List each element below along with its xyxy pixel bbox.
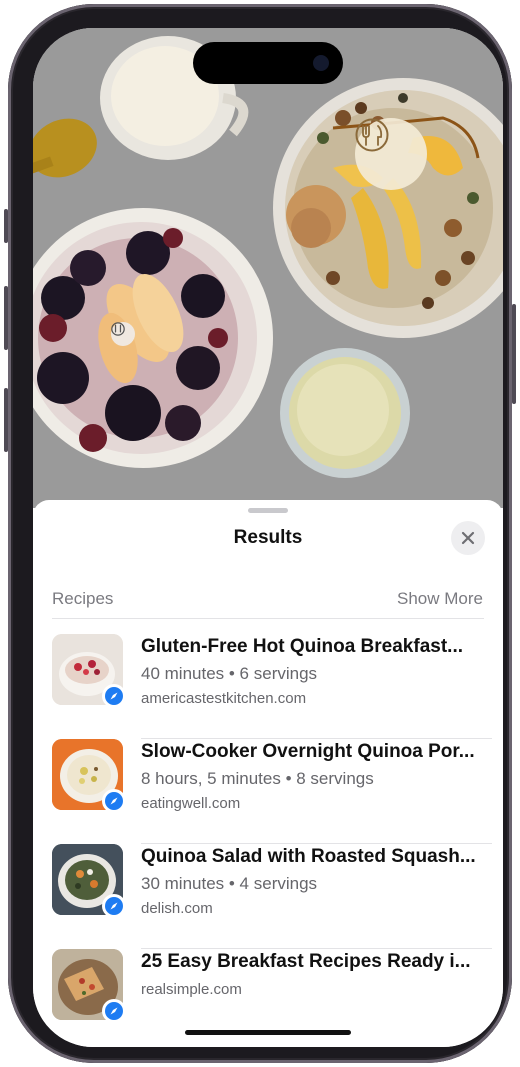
fork-knife-icon [355,118,389,152]
recipe-meta: 8 hours, 5 minutes • 8 servings [141,769,374,788]
recipe-source: delish.com [141,900,213,917]
visual-lookup-marker-small[interactable] [111,322,135,346]
close-button[interactable] [451,521,485,555]
recipe-source: americastestkitchen.com [141,690,307,707]
section-divider [52,618,484,619]
source-badge [102,789,126,813]
recipe-title: Slow-Cooker Overnight Quinoa Por... [141,741,475,762]
safari-compass-icon [105,687,123,705]
fork-knife-small-icon [111,322,125,336]
power-button [512,304,516,404]
sheet-grabber[interactable] [248,508,288,513]
results-sheet: Results Recipes Show More Gluten-Free Ho… [33,500,503,1047]
source-badge [102,894,126,918]
screen: Results Recipes Show More Gluten-Free Ho… [33,28,503,1047]
safari-compass-icon [105,897,123,915]
home-indicator[interactable] [185,1030,351,1035]
source-badge [102,999,126,1023]
recipe-row[interactable]: Slow-Cooker Overnight Quinoa Por... 8 ho… [52,739,492,844]
source-badge [102,684,126,708]
recipe-title: Quinoa Salad with Roasted Squash... [141,846,476,867]
dynamic-island [193,42,343,84]
section-label-recipes: Recipes [52,589,114,608]
food-photo-illustration [33,28,503,508]
action-button [4,209,8,243]
safari-compass-icon [105,792,123,810]
front-camera [313,55,329,71]
volume-up-button [4,286,8,350]
volume-down-button [4,388,8,452]
recipe-source: eatingwell.com [141,795,241,812]
recipe-row[interactable]: Gluten-Free Hot Quinoa Breakfast... 40 m… [52,634,492,739]
recipe-title: Gluten-Free Hot Quinoa Breakfast... [141,636,463,657]
recipe-meta: 30 minutes • 4 servings [141,874,318,893]
food-photo [33,28,503,508]
safari-compass-icon [105,1002,123,1020]
recipe-source: realsimple.com [141,981,242,998]
close-icon [461,531,475,545]
recipe-meta: 40 minutes • 6 servings [141,664,318,683]
show-more-button[interactable]: Show More [397,589,483,609]
recipe-row[interactable]: Quinoa Salad with Roasted Squash... 30 m… [52,844,492,949]
visual-lookup-marker-main[interactable] [355,118,427,190]
recipe-title: 25 Easy Breakfast Recipes Ready i... [141,951,471,972]
sheet-title: Results [233,527,303,548]
